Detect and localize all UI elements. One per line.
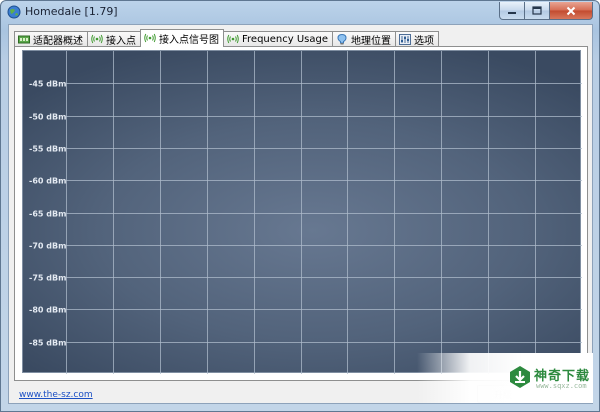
network-card-icon xyxy=(18,35,30,44)
y-tick-label: -60 dBm xyxy=(29,177,66,186)
y-tick-label: -65 dBm xyxy=(29,210,66,219)
tab-strip: 适配器概述 接入点 接入点信号图 Frequency Usage 地理位置 选项 xyxy=(14,29,439,47)
close-icon xyxy=(566,6,576,15)
app-globe-icon xyxy=(7,5,21,19)
tab-options[interactable]: 选项 xyxy=(395,31,439,47)
tab-label: 接入点信号图 xyxy=(159,35,219,46)
y-tick-label: -80 dBm xyxy=(29,306,66,315)
settings-grid-icon xyxy=(399,34,411,45)
site-watermark: 神奇下载 www.sqxz.com xyxy=(417,353,593,403)
tab-label: 接入点 xyxy=(106,36,136,47)
y-tick-label: -85 dBm xyxy=(29,339,66,348)
title-bar[interactable]: Homedale [1.79] xyxy=(1,1,599,23)
tab-access-points[interactable]: 接入点 xyxy=(87,31,141,47)
tab-label: Frequency Usage xyxy=(242,34,328,45)
caption-buttons xyxy=(499,2,593,20)
window-title: Homedale [1.79] xyxy=(25,5,118,18)
signal-chart: -45 dBm -50 dBm -55 dBm -60 dBm -65 dBm -70 d… xyxy=(22,50,582,374)
y-tick-label: -50 dBm xyxy=(29,113,66,122)
watermark-url: www.sqxz.com xyxy=(536,382,587,390)
main-panel: 适配器概述 接入点 接入点信号图 Frequency Usage 地理位置 选项 xyxy=(8,24,593,404)
minimize-icon xyxy=(508,11,516,14)
close-button[interactable] xyxy=(550,2,593,20)
wifi-signal-icon xyxy=(227,34,239,44)
y-tick-label: -55 dBm xyxy=(29,145,66,154)
wifi-signal-icon xyxy=(91,34,103,44)
y-tick-label: -70 dBm xyxy=(29,242,66,251)
tab-ap-signal-graph[interactable]: 接入点信号图 xyxy=(140,29,224,47)
y-tick-label: -75 dBm xyxy=(29,274,66,283)
signal-graph-page: -45 dBm -50 dBm -55 dBm -60 dBm -65 dBm -70 d… xyxy=(14,46,588,381)
signal-chart-svg: -45 dBm -50 dBm -55 dBm -60 dBm -65 dBm -70 d… xyxy=(29,51,582,374)
tab-location[interactable]: 地理位置 xyxy=(332,31,396,47)
maximize-icon xyxy=(532,6,542,15)
tab-adapter-overview[interactable]: 适配器概述 xyxy=(14,31,88,47)
minimize-button[interactable] xyxy=(499,2,525,20)
tab-frequency-usage[interactable]: Frequency Usage xyxy=(223,31,333,47)
tab-label: 地理位置 xyxy=(351,36,391,47)
website-link[interactable]: www.the-sz.com xyxy=(19,390,93,400)
location-bulb-icon xyxy=(337,34,347,45)
tab-label: 适配器概述 xyxy=(33,36,83,47)
watermark-logo-icon xyxy=(510,366,530,388)
tab-label: 选项 xyxy=(414,36,434,47)
maximize-button[interactable] xyxy=(525,2,550,20)
y-tick-label: -45 dBm xyxy=(29,80,66,89)
wifi-signal-icon xyxy=(144,33,156,43)
app-window: Homedale [1.79] 适配器概述 接入点 接入点信号图 Frequen… xyxy=(0,0,600,412)
